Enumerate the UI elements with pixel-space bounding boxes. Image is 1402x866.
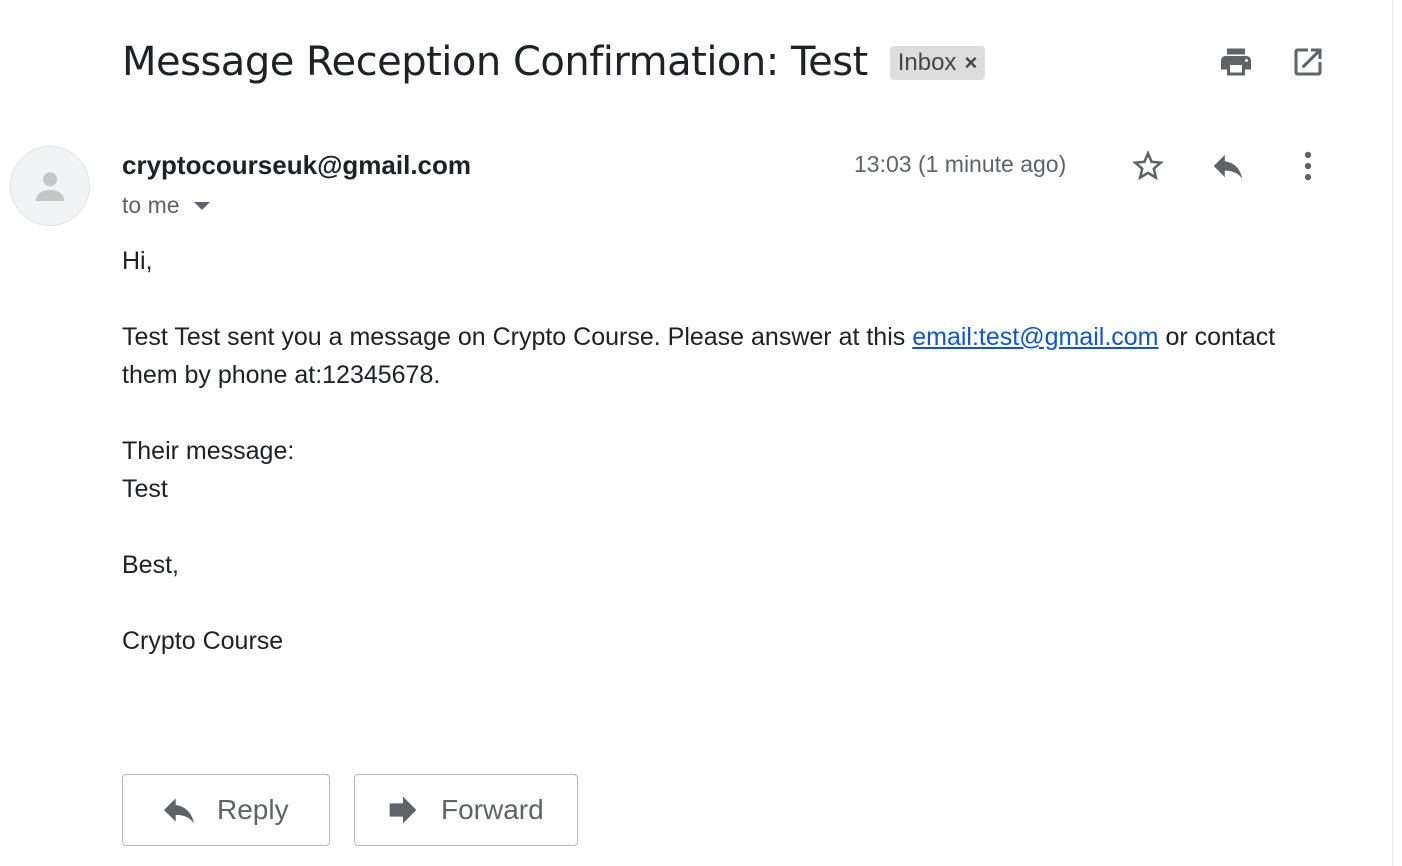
pane-divider (1392, 0, 1393, 866)
forward-action-button[interactable]: Forward (354, 774, 578, 846)
person-placeholder-icon (35, 172, 65, 201)
forward-button-label: Forward (441, 794, 544, 825)
label-chip-text: Inbox (897, 49, 957, 76)
recipient-details-toggle[interactable]: to me (122, 192, 210, 219)
sender-avatar[interactable] (10, 146, 90, 226)
message-body: Hi, Test Test sent you a message on Cryp… (122, 242, 1337, 660)
star-button[interactable] (1126, 144, 1170, 188)
body-text-before-link: Test Test sent you a message on Crypto C… (122, 323, 913, 351)
reply-button[interactable] (1206, 144, 1250, 188)
reply-button-label: Reply (217, 794, 289, 825)
email-view: Message Reception Confirmation: Test Inb… (0, 0, 1402, 866)
chevron-down-icon (193, 201, 210, 210)
message-timestamp[interactable]: 13:03 (1 minute ago) (854, 151, 1066, 178)
body-message-text: Test (122, 475, 168, 503)
sender-email[interactable]: cryptocourseuk@gmail.com (122, 150, 471, 181)
inbox-label-chip[interactable]: Inbox × (889, 46, 986, 80)
more-options-button[interactable] (1286, 144, 1330, 188)
remove-label-icon[interactable]: × (964, 52, 977, 74)
recipient-label: to me (122, 192, 180, 218)
email-subject: Message Reception Confirmation: Test (122, 39, 868, 85)
print-icon (1221, 48, 1251, 76)
print-all-button[interactable] (1214, 40, 1258, 84)
body-greeting: Hi, (122, 247, 153, 275)
more-vertical-icon (1304, 151, 1312, 181)
open-in-new-window-icon (1294, 48, 1322, 76)
reply-icon (1213, 154, 1243, 179)
subject-row: Message Reception Confirmation: Test Inb… (122, 34, 986, 90)
open-in-new-window-button[interactable] (1286, 40, 1330, 84)
body-signoff: Best, (122, 551, 179, 579)
body-paragraph: Test Test sent you a message on Crypto C… (122, 318, 1337, 394)
forward-arrow-icon (383, 790, 423, 830)
reply-icon (159, 790, 199, 830)
star-icon (1132, 150, 1164, 181)
body-message-heading: Their message: (122, 437, 295, 465)
reply-action-button[interactable]: Reply (122, 774, 330, 846)
body-signature: Crypto Course (122, 627, 284, 655)
email-link[interactable]: email:test@gmail.com (912, 323, 1158, 351)
